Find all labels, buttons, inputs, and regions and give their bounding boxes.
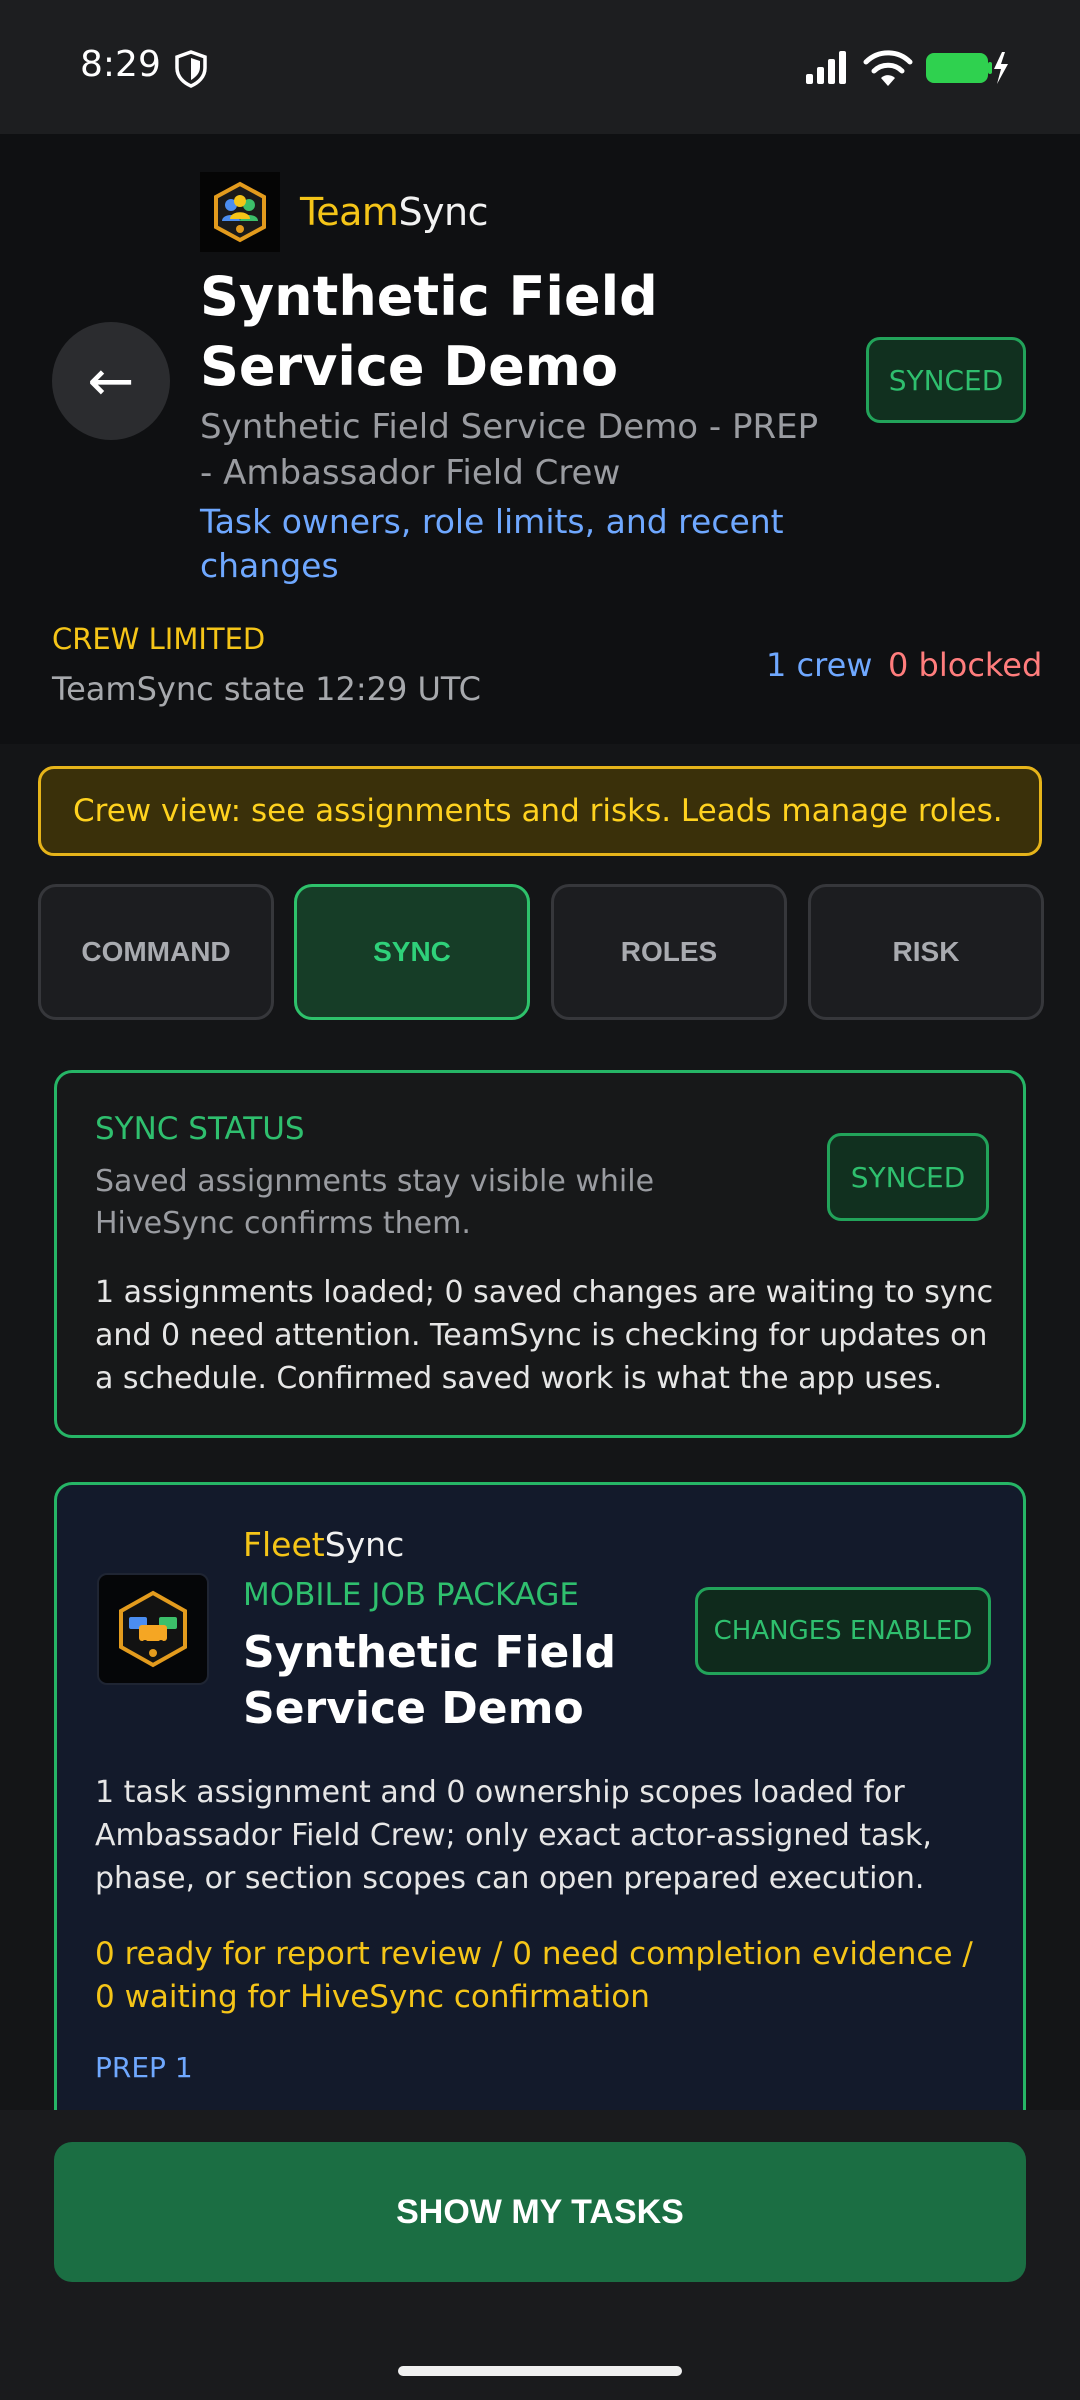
status-bar: 8:29 xyxy=(0,0,1080,134)
wifi-icon xyxy=(863,50,913,86)
roles-info-link[interactable]: Task owners, role limits, and recent cha… xyxy=(200,500,820,588)
sync-card-label: SYNC STATUS xyxy=(95,1111,305,1147)
teamsync-logo-icon xyxy=(200,172,280,252)
back-arrow-icon: ← xyxy=(87,348,135,414)
home-indicator[interactable] xyxy=(398,2366,682,2376)
crew-count: 1 crew xyxy=(766,646,873,684)
status-time: 8:29 xyxy=(80,44,161,85)
shield-icon xyxy=(175,50,207,88)
job-package-warning: 0 ready for report review / 0 need compl… xyxy=(95,1936,973,2015)
sync-card-description: Saved assignments stay visible while Hiv… xyxy=(95,1164,655,1241)
brand-name: TeamSync xyxy=(300,190,489,234)
gesture-bar xyxy=(0,2336,1080,2400)
sync-card-body: 1 assignments loaded; 0 saved changes ar… xyxy=(95,1275,994,1396)
fleetsync-logo-icon xyxy=(97,1573,209,1685)
crew-limited-label: CREW LIMITED xyxy=(52,622,266,656)
page-subtitle: Synthetic Field Service Demo - PREP - Am… xyxy=(200,407,819,493)
sync-card-badge: SYNCED xyxy=(827,1133,989,1221)
show-my-tasks-button[interactable]: SHOW MY TASKS xyxy=(54,2142,1026,2282)
brand-suffix: Sync xyxy=(398,190,489,234)
banner-text: Crew view: see assignments and risks. Le… xyxy=(73,793,1003,829)
tab-sync[interactable]: SYNC xyxy=(294,884,530,1020)
prep-label: PREP 1 xyxy=(95,2051,193,2084)
back-button[interactable]: ← xyxy=(52,322,170,440)
tab-command[interactable]: COMMAND xyxy=(38,884,274,1020)
tab-risk[interactable]: RISK xyxy=(808,884,1044,1020)
blocked-count: 0 blocked xyxy=(888,646,1043,684)
fleet-brand-prefix: Fleet xyxy=(243,1525,325,1564)
job-package-body: 1 task assignment and 0 ownership scopes… xyxy=(95,1775,932,1896)
battery-charging-icon xyxy=(926,52,1008,84)
fleet-brand-suffix: Sync xyxy=(324,1525,405,1564)
page-title: Synthetic Field Service Demo xyxy=(200,265,658,398)
brand-prefix: Team xyxy=(300,190,399,234)
sync-status-card: SYNC STATUS Saved assignments stay visib… xyxy=(54,1070,1026,1438)
sync-status-badge: SYNCED xyxy=(866,337,1026,423)
fleetsync-brand: FleetSync xyxy=(243,1525,404,1564)
crew-view-banner: Crew view: see assignments and risks. Le… xyxy=(38,766,1042,856)
bottom-action-bar: SHOW MY TASKS xyxy=(0,2110,1080,2336)
state-timestamp: TeamSync state 12:29 UTC xyxy=(52,670,481,708)
job-package-title: Synthetic Field Service Demo xyxy=(243,1627,616,1734)
job-package-kicker: MOBILE JOB PACKAGE xyxy=(243,1577,580,1613)
changes-enabled-badge: CHANGES ENABLED xyxy=(695,1587,991,1675)
signal-icon xyxy=(806,51,846,84)
tab-roles[interactable]: ROLES xyxy=(551,884,787,1020)
job-package-card[interactable]: FleetSync MOBILE JOB PACKAGE Synthetic F… xyxy=(54,1482,1026,2122)
